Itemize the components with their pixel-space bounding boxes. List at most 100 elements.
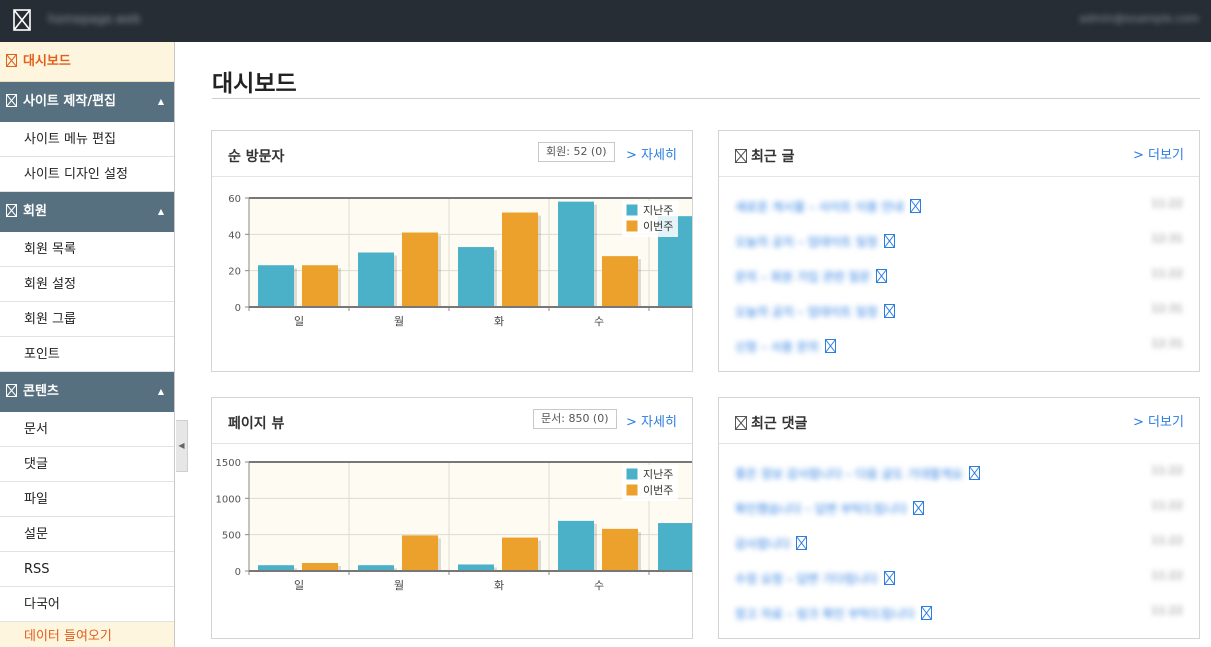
- sidebar-item-menu-edit[interactable]: 사이트 메뉴 편집: [0, 122, 174, 157]
- broken-image-icon: [6, 204, 17, 217]
- y-tick-label: 40: [228, 230, 241, 241]
- sidebar-item-files[interactable]: 파일: [0, 482, 174, 517]
- sidebar-group-members[interactable]: 회원 ▲: [0, 192, 174, 232]
- bar-this-week: [402, 232, 438, 307]
- broken-image-icon: [735, 416, 747, 430]
- recent-post-item[interactable]: 문의 – 회원 가입 관련 질문 11:22: [735, 267, 1183, 287]
- recent-post-title-link[interactable]: 문의 – 회원 가입 관련 질문: [735, 268, 870, 285]
- sidebar-group-contents[interactable]: 콘텐츠 ▲: [0, 372, 174, 412]
- recent-comment-item[interactable]: 좋은 정보 감사합니다 – 다음 글도 기대할게요 11:22: [735, 464, 1183, 484]
- recent-post-item[interactable]: 신청 – 사용 문의 12:31: [735, 337, 1183, 357]
- recent-post-date: 11:22: [1151, 267, 1183, 280]
- broken-image-icon: [825, 339, 836, 353]
- recent-comment-item[interactable]: 수정 요청 – 답변 기다립니다 11:22: [735, 569, 1183, 589]
- recent-comment-title-link[interactable]: 참고 자료 – 링크 확인 부탁드립니다: [735, 605, 915, 622]
- recent-post-title-link[interactable]: 오늘의 공지 – 업데이트 일정: [735, 303, 878, 320]
- bar-last-week: [458, 247, 494, 307]
- more-link[interactable]: > 더보기: [1133, 144, 1184, 163]
- x-tick-label: 월: [394, 579, 404, 592]
- bar-last-week: [658, 523, 692, 571]
- legend-label: 이번주: [643, 220, 673, 233]
- legend-label: 지난주: [643, 204, 673, 217]
- legend-swatch: [625, 467, 639, 481]
- sidebar-item-data-import[interactable]: 데이터 들여오기: [0, 622, 174, 647]
- sidebar-item-rss[interactable]: RSS: [0, 552, 174, 587]
- sidebar-item-design-settings[interactable]: 사이트 디자인 설정: [0, 157, 174, 192]
- broken-image-icon: [796, 536, 807, 550]
- bar-last-week: [558, 201, 594, 307]
- broken-image-icon: [910, 199, 921, 213]
- site-name-link[interactable]: homepage.web: [48, 12, 141, 26]
- recent-post-item[interactable]: 오늘의 공지 – 업데이트 일정 12:31: [735, 302, 1183, 322]
- panel-header: 최근 댓글 > 더보기: [719, 398, 1199, 444]
- recent-comment-item[interactable]: 감사합니다 11:22: [735, 534, 1183, 554]
- sidebar-collapse-button[interactable]: ◀: [176, 420, 188, 472]
- recent-post-item[interactable]: 오늘의 공지 – 업데이트 일정 12:31: [735, 232, 1183, 252]
- y-tick-label: 60: [228, 194, 241, 205]
- member-count-badge: 회원: 52 (0): [538, 142, 615, 162]
- details-link[interactable]: > 자세히: [626, 144, 677, 163]
- panel-header: 페이지 뷰 문서: 850 (0) > 자세히: [212, 398, 692, 444]
- recent-post-title-link[interactable]: 신청 – 사용 문의: [735, 338, 819, 355]
- sidebar-item-member-groups[interactable]: 회원 그룹: [0, 302, 174, 337]
- panel-title: 최근 댓글: [735, 413, 807, 433]
- broken-image-icon: [921, 606, 932, 620]
- panel-header: 순 방문자 회원: 52 (0) > 자세히: [212, 131, 692, 177]
- bar-this-week: [602, 528, 638, 571]
- recent-post-date: 12:31: [1151, 232, 1183, 245]
- bar-this-week: [602, 256, 638, 307]
- sidebar-item-member-settings[interactable]: 회원 설정: [0, 267, 174, 302]
- legend-swatch: [625, 219, 639, 233]
- bar-last-week: [558, 520, 594, 571]
- recent-post-date: 12:31: [1151, 302, 1183, 315]
- recent-post-title-link[interactable]: 새로운 게시물 – 사이트 이용 안내: [735, 198, 904, 215]
- recent-comment-item[interactable]: 확인했습니다 – 답변 부탁드립니다 11:22: [735, 499, 1183, 519]
- recent-comment-title-link[interactable]: 좋은 정보 감사합니다 – 다음 글도 기대할게요: [735, 465, 963, 482]
- sidebar-item-member-list[interactable]: 회원 목록: [0, 232, 174, 267]
- broken-image-icon: [913, 501, 924, 515]
- recent-post-date: 12:31: [1151, 337, 1183, 350]
- bar-this-week: [302, 265, 338, 307]
- details-link[interactable]: > 자세히: [626, 411, 677, 430]
- sidebar-item-multilingual[interactable]: 다국어: [0, 587, 174, 622]
- bar-this-week: [302, 563, 338, 571]
- recent-comment-item[interactable]: 참고 자료 – 링크 확인 부탁드립니다 11:22: [735, 604, 1183, 624]
- x-tick-label: 수: [594, 315, 604, 328]
- recent-comment-title-link[interactable]: 수정 요청 – 답변 기다립니다: [735, 570, 878, 587]
- recent-comment-date: 11:22: [1151, 499, 1183, 512]
- recent-comment-title-link[interactable]: 확인했습니다 – 답변 부탁드립니다: [735, 500, 907, 517]
- sidebar-item-polls[interactable]: 설문: [0, 517, 174, 552]
- recent-comments-panel: 최근 댓글 > 더보기 좋은 정보 감사합니다 – 다음 글도 기대할게요 11:…: [718, 397, 1200, 639]
- page-title: 대시보드: [212, 71, 297, 97]
- chevron-left-icon: ◀: [178, 441, 185, 450]
- y-tick-label: 1500: [216, 458, 241, 469]
- pageviews-bar-chart: 0 500 1000 1500 일 월 화 수 지난주이번주: [216, 458, 692, 592]
- sidebar-item-dashboard[interactable]: 대시보드: [0, 42, 174, 82]
- broken-image-icon: [884, 234, 895, 248]
- document-count-badge: 문서: 850 (0): [533, 409, 617, 429]
- bar-this-week: [502, 537, 538, 571]
- bar-this-week: [402, 535, 438, 571]
- panel-title: 페이지 뷰: [228, 416, 285, 432]
- x-tick-label: 화: [494, 579, 504, 592]
- recent-comment-date: 11:22: [1151, 569, 1183, 582]
- legend-label: 이번주: [643, 484, 673, 497]
- recent-post-item[interactable]: 새로운 게시물 – 사이트 이용 안내 11:22: [735, 197, 1183, 217]
- broken-image-icon[interactable]: [13, 9, 31, 31]
- y-tick-label: 1000: [216, 494, 241, 505]
- more-link[interactable]: > 더보기: [1133, 411, 1184, 430]
- account-link[interactable]: admin@example.com: [1079, 12, 1199, 25]
- panel-title-text: 최근 글: [751, 149, 795, 165]
- sidebar-item-points[interactable]: 포인트: [0, 337, 174, 372]
- bar-this-week: [502, 212, 538, 307]
- caret-up-icon: ▲: [157, 387, 164, 396]
- recent-posts-panel: 최근 글 > 더보기 새로운 게시물 – 사이트 이용 안내 11:22 오늘의 공…: [718, 130, 1200, 372]
- recent-comment-date: 11:22: [1151, 604, 1183, 617]
- y-tick-label: 500: [222, 531, 241, 542]
- sidebar-item-comments[interactable]: 댓글: [0, 447, 174, 482]
- legend-swatch: [625, 203, 639, 217]
- recent-post-title-link[interactable]: 오늘의 공지 – 업데이트 일정: [735, 233, 878, 250]
- sidebar-item-documents[interactable]: 문서: [0, 412, 174, 447]
- recent-comment-title-link[interactable]: 감사합니다: [735, 535, 790, 552]
- sidebar-group-site-build[interactable]: 사이트 제작/편집 ▲: [0, 82, 174, 122]
